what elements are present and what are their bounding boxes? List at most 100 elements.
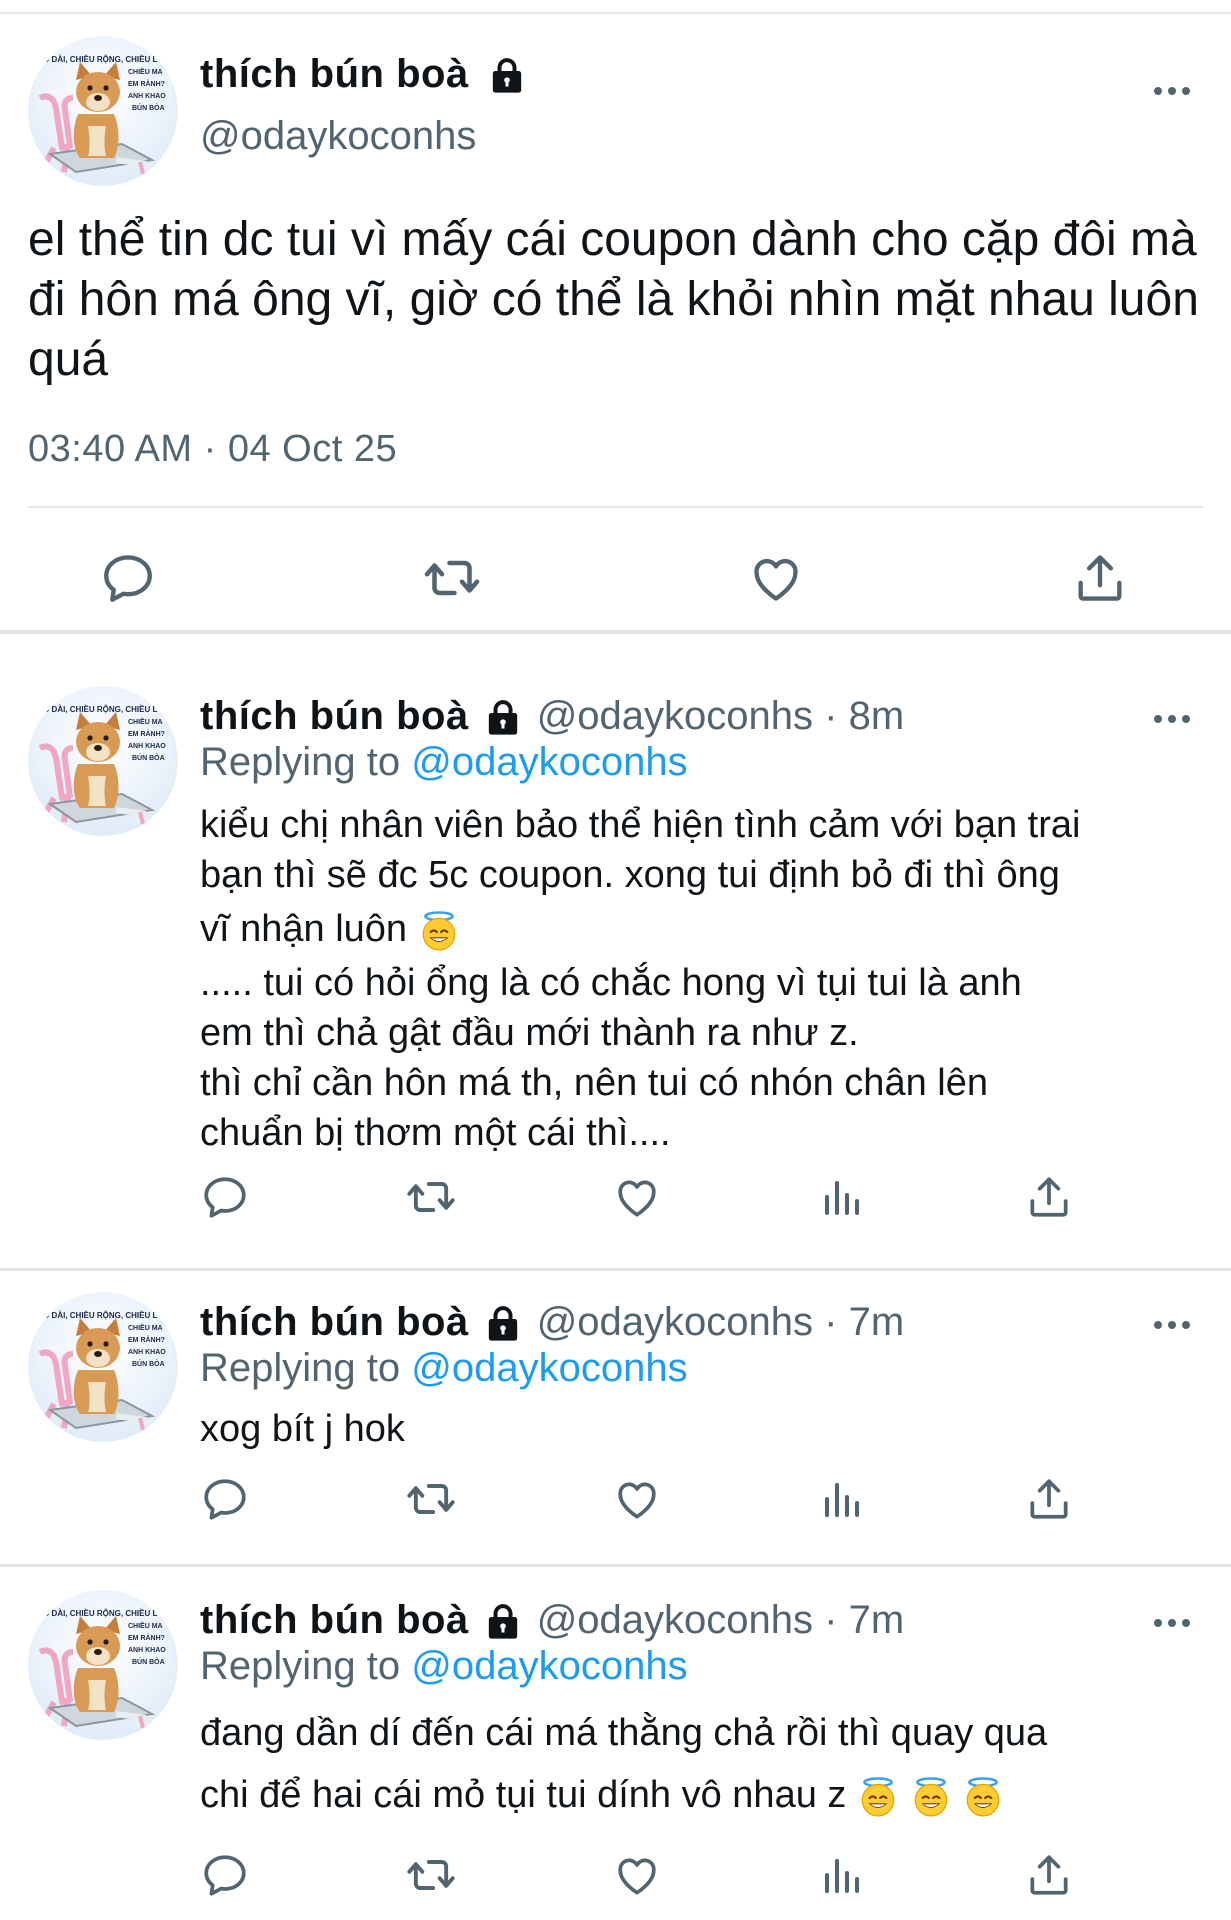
divider bbox=[0, 1564, 1231, 1567]
dog-avatar-image: IỀU DÀI, CHIỀU RỘNG, CHIỀU L CHIỀU MA EM… bbox=[36, 54, 166, 186]
avatar-caption-line: ANH KHAO bbox=[128, 93, 166, 100]
mention-link[interactable]: @odaykoconhs bbox=[411, 1346, 687, 1390]
user-handle[interactable]: @odaykoconhs bbox=[200, 114, 476, 159]
share-button[interactable] bbox=[1022, 1472, 1076, 1526]
share-button[interactable] bbox=[1022, 1848, 1076, 1902]
reply-button[interactable] bbox=[198, 1472, 252, 1526]
like-button[interactable] bbox=[746, 548, 806, 608]
replying-to: Replying to @odaykoconhs bbox=[200, 1346, 688, 1391]
replying-to-label: Replying to bbox=[200, 740, 401, 784]
like-button[interactable] bbox=[610, 1472, 664, 1526]
more-options-icon[interactable] bbox=[1152, 84, 1192, 96]
stats-icon bbox=[819, 1851, 867, 1899]
reply-tweet[interactable]: IỀU DÀI, CHIỀU RỘNG, CHIỀU L CHIỀU MA EM… bbox=[0, 1568, 1231, 1920]
avatar-caption-line: ANH KHAO bbox=[128, 1647, 166, 1654]
avatar-caption-line: ANH KHAO bbox=[128, 1349, 166, 1356]
reply-tweet[interactable]: IỀU DÀI, CHIỀU RỘNG, CHIỀU L CHIỀU MA EM… bbox=[0, 1272, 1231, 1564]
retweet-button[interactable] bbox=[404, 1472, 458, 1526]
reply-text-line: thì chỉ cần hôn má th, nên tui có nhón c… bbox=[200, 1062, 988, 1104]
avatar-caption-line: BÚN BÒA bbox=[132, 1359, 165, 1368]
reply-icon bbox=[200, 1172, 250, 1222]
like-button[interactable] bbox=[610, 1170, 664, 1224]
share-icon bbox=[1024, 1172, 1074, 1222]
lock-icon bbox=[483, 698, 523, 738]
user-handle[interactable]: @odaykoconhs bbox=[537, 1300, 813, 1344]
avatar-caption-line: ANH KHAO bbox=[128, 743, 166, 750]
divider bbox=[28, 506, 1203, 508]
tweet-text: el thể tin dc tui vì mấy cái coupon dành… bbox=[28, 213, 1199, 386]
avatar[interactable]: IỀU DÀI, CHIỀU RỘNG, CHIỀU L CHIỀU MA EM… bbox=[28, 1292, 178, 1442]
divider bbox=[0, 1268, 1231, 1271]
reply-text: đang dần dí đến cái má thằng chả rồi thì… bbox=[200, 1702, 1200, 1826]
like-icon bbox=[747, 549, 805, 607]
reply-header: thích bún boà @odaykoconhs · 8m bbox=[200, 694, 904, 739]
retweet-icon bbox=[422, 548, 482, 608]
avatar[interactable]: IỀU DÀI, CHIỀU RỘNG, CHIỀU L CHIỀU MA EM… bbox=[28, 36, 178, 186]
more-options-icon[interactable] bbox=[1152, 1616, 1192, 1628]
more-options-icon[interactable] bbox=[1152, 712, 1192, 724]
dog-avatar-image: IỀU DÀI, CHIỀU RỘNG, CHIỀU L CHIỀU MA EM… bbox=[36, 1310, 166, 1442]
like-icon bbox=[612, 1474, 662, 1524]
avatar-caption-line: IỀU DÀI, CHIỀU RỘNG, CHIỀU L bbox=[36, 1310, 157, 1320]
reply-header: thích bún boà @odaykoconhs · 7m bbox=[200, 1598, 904, 1643]
reply-text-line: đang dần dí đến cái má thằng chả rồi thì… bbox=[200, 1712, 1048, 1754]
lock-icon bbox=[483, 1304, 523, 1344]
view-stats-button[interactable] bbox=[816, 1848, 870, 1902]
display-name[interactable]: thích bún boà bbox=[200, 1300, 469, 1344]
like-button[interactable] bbox=[610, 1848, 664, 1902]
display-name[interactable]: thích bún boà bbox=[200, 694, 469, 738]
relative-time[interactable]: 8m bbox=[849, 694, 905, 738]
halo-smile-emoji bbox=[962, 1776, 1004, 1818]
like-icon bbox=[612, 1172, 662, 1222]
display-name[interactable]: thích bún boà bbox=[200, 52, 527, 97]
user-handle[interactable]: @odaykoconhs bbox=[537, 1598, 813, 1642]
avatar-caption-line: BÚN BÒA bbox=[132, 1657, 165, 1666]
user-handle[interactable]: @odaykoconhs bbox=[537, 694, 813, 738]
avatar-caption-line: EM RẢNH? bbox=[128, 1633, 165, 1642]
mention-link[interactable]: @odaykoconhs bbox=[411, 740, 687, 784]
main-tweet: IỀU DÀI, CHIỀU RỘNG, CHIỀU L CHIỀU MA EM… bbox=[0, 14, 1231, 644]
replying-to-label: Replying to bbox=[200, 1644, 401, 1688]
avatar-caption-line: CHIỀU MA bbox=[128, 66, 163, 76]
view-stats-button[interactable] bbox=[816, 1472, 870, 1526]
avatar-caption-line: BÚN BÒA bbox=[132, 103, 165, 112]
retweet-icon bbox=[405, 1171, 457, 1223]
avatar-caption-line: EM RẢNH? bbox=[128, 1335, 165, 1344]
relative-time[interactable]: 7m bbox=[849, 1598, 905, 1642]
retweet-icon bbox=[405, 1473, 457, 1525]
avatar[interactable]: IỀU DÀI, CHIỀU RỘNG, CHIỀU L CHIỀU MA EM… bbox=[28, 686, 178, 836]
like-icon bbox=[612, 1850, 662, 1900]
share-button[interactable] bbox=[1070, 548, 1130, 608]
reply-button[interactable] bbox=[98, 548, 158, 608]
separator-dot: · bbox=[824, 694, 838, 738]
retweet-button[interactable] bbox=[404, 1848, 458, 1902]
display-name[interactable]: thích bún boà bbox=[200, 1598, 469, 1642]
reply-text-line: chuẩn bị thơm một cái thì.... bbox=[200, 1112, 671, 1154]
relative-time[interactable]: 7m bbox=[849, 1300, 905, 1344]
lock-icon bbox=[487, 56, 527, 96]
divider bbox=[0, 630, 1231, 634]
retweet-button[interactable] bbox=[422, 548, 482, 608]
reply-button[interactable] bbox=[198, 1170, 252, 1224]
display-name-text[interactable]: thích bún boà bbox=[200, 52, 469, 96]
reply-tweet[interactable]: IỀU DÀI, CHIỀU RỘNG, CHIỀU L CHIỀU MA EM… bbox=[0, 652, 1231, 1268]
reply-button[interactable] bbox=[198, 1848, 252, 1902]
more-options-icon[interactable] bbox=[1152, 1318, 1192, 1330]
replying-to: Replying to @odaykoconhs bbox=[200, 740, 688, 785]
replying-to-label: Replying to bbox=[200, 1346, 401, 1390]
avatar-caption-line: CHIỀU MA bbox=[128, 1620, 163, 1630]
mention-link[interactable]: @odaykoconhs bbox=[411, 1644, 687, 1688]
share-button[interactable] bbox=[1022, 1170, 1076, 1224]
share-icon bbox=[1071, 549, 1129, 607]
retweet-button[interactable] bbox=[404, 1170, 458, 1224]
avatar[interactable]: IỀU DÀI, CHIỀU RỘNG, CHIỀU L CHIỀU MA EM… bbox=[28, 1590, 178, 1740]
view-stats-button[interactable] bbox=[816, 1170, 870, 1224]
tweet-timestamp[interactable]: 03:40 AM · 04 Oct 25 bbox=[28, 428, 397, 471]
reply-text-line: xog bít j hok bbox=[200, 1408, 405, 1450]
reply-icon bbox=[99, 549, 157, 607]
avatar-caption-line: EM RẢNH? bbox=[128, 729, 165, 738]
separator-dot: · bbox=[824, 1300, 838, 1344]
dog-avatar-image: IỀU DÀI, CHIỀU RỘNG, CHIỀU L CHIỀU MA EM… bbox=[36, 704, 166, 836]
reply-text-line: vĩ nhận luôn bbox=[200, 908, 408, 950]
share-icon bbox=[1024, 1474, 1074, 1524]
